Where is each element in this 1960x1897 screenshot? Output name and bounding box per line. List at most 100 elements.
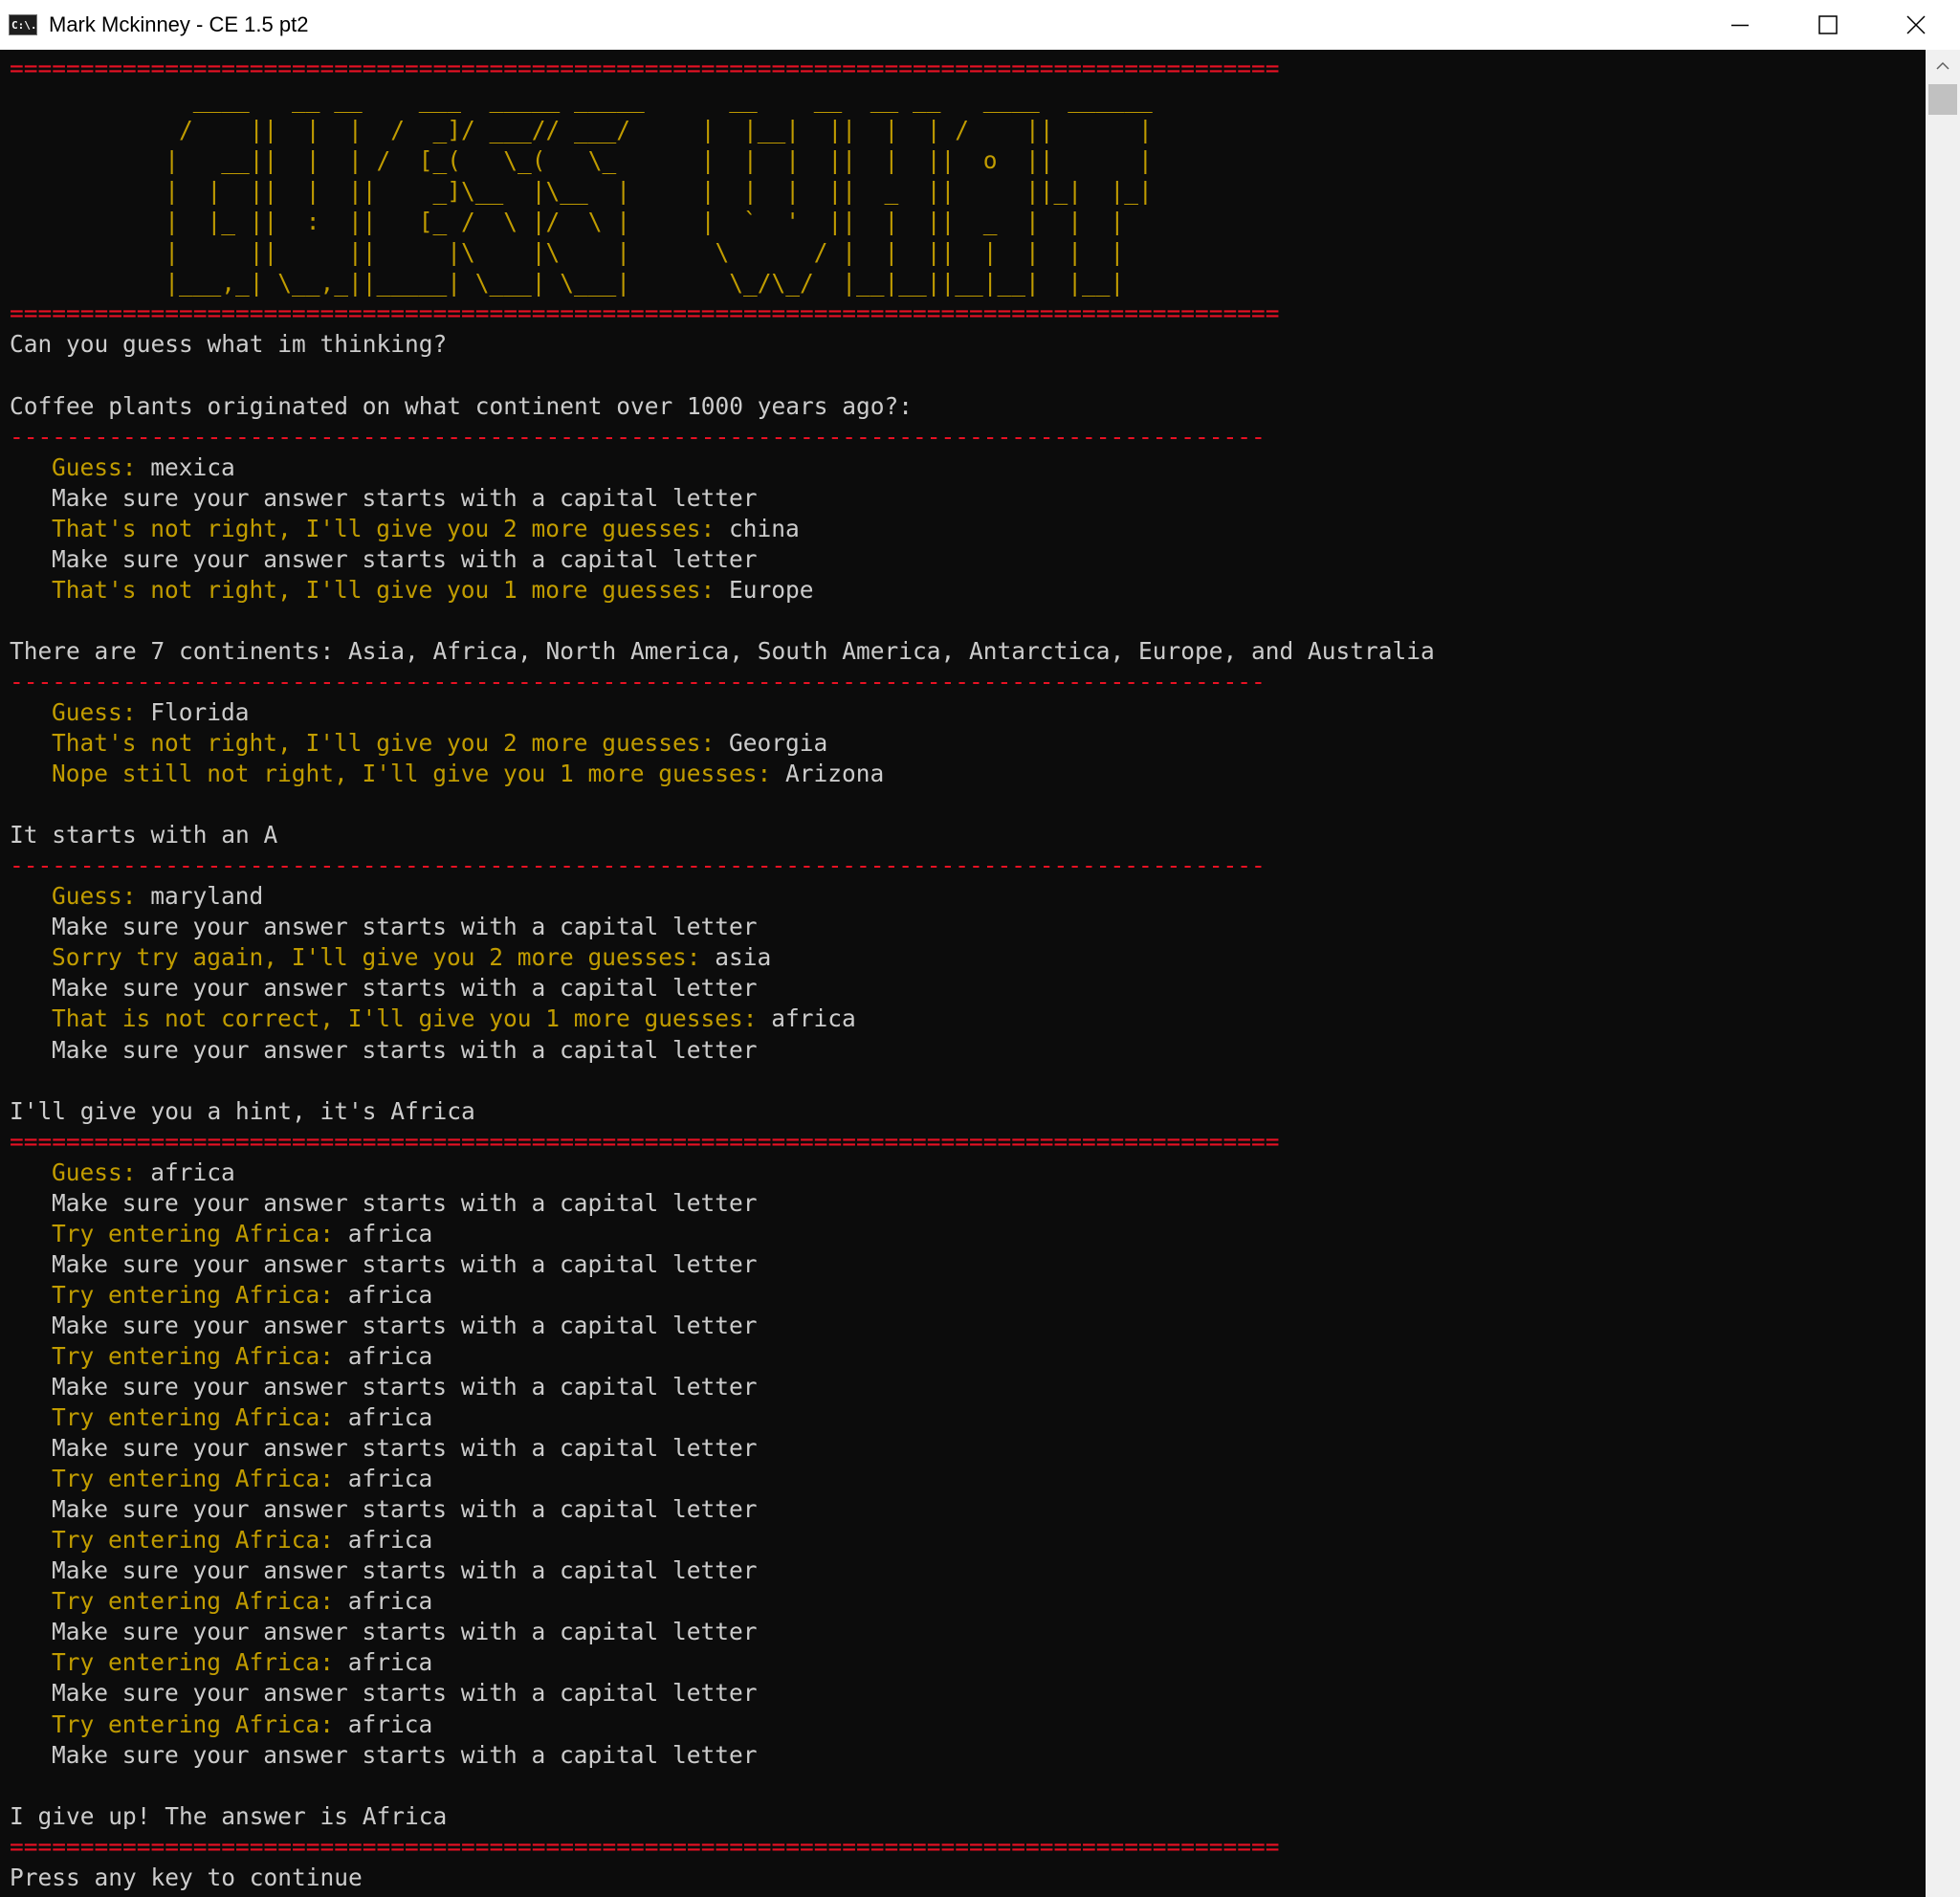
console-app-icon[interactable]: C:\.	[9, 14, 37, 35]
divider-rule: ----------------------------------------…	[10, 422, 1266, 451]
prompt-text: That is not correct, I'll give you 1 mor…	[52, 1004, 772, 1033]
minimize-button[interactable]	[1696, 0, 1784, 50]
user-answer: Arizona	[785, 760, 885, 788]
prompt-text: Nope still not right, I'll give you 1 mo…	[52, 760, 786, 788]
window-controls	[1696, 0, 1960, 50]
prompt-text: Try entering Africa:	[52, 1219, 348, 1247]
user-answer: africa	[347, 1526, 433, 1555]
prompt-text: Try entering Africa:	[52, 1648, 348, 1677]
divider-rule: ========================================…	[10, 1127, 1280, 1156]
user-answer: africa	[347, 1341, 433, 1370]
prompt-line: Nope still not right, I'll give you 1 mo…	[10, 759, 1435, 789]
user-answer: africa	[771, 1004, 856, 1033]
capital-letter-warning: Make sure your answer starts with a capi…	[52, 544, 758, 573]
capital-letter-warning: Make sure your answer starts with a capi…	[52, 1618, 758, 1646]
user-answer: africa	[347, 1587, 433, 1616]
console-lines: ========================================…	[10, 54, 1435, 1893]
prompt-line: That's not right, I'll give you 1 more g…	[10, 575, 1435, 606]
prompt-line: Try entering Africa: africa	[10, 1710, 1435, 1740]
capital-letter-warning: Make sure your answer starts with a capi…	[52, 1740, 758, 1769]
user-answer: africa	[347, 1465, 433, 1493]
prompt-text: Guess:	[52, 1158, 151, 1186]
user-answer: Georgia	[729, 729, 828, 758]
prompt-line: Guess: africa	[10, 1158, 1435, 1188]
banner-ascii-art-line: ____ __ __ ___ _____ _____ __ __ __ __ _…	[10, 85, 1153, 114]
capital-letter-warning: Make sure your answer starts with a capi…	[52, 1035, 758, 1064]
vertical-scrollbar[interactable]	[1926, 50, 1960, 1897]
prompt-text: Try entering Africa:	[52, 1341, 348, 1370]
banner-ascii-art-line: | |_ || : || [_ / \ |/ \ | | ` ' || | ||…	[10, 208, 1125, 236]
user-answer: africa	[347, 1219, 433, 1247]
prompt-text: That's not right, I'll give you 2 more g…	[52, 729, 730, 758]
console-output[interactable]: ========================================…	[0, 50, 1926, 1897]
divider-rule: ========================================…	[10, 1832, 1280, 1861]
capital-letter-warning: Make sure your answer starts with a capi…	[52, 1495, 758, 1524]
title-bar[interactable]: C:\. Mark Mckinney - CE 1.5 pt2	[0, 0, 1960, 50]
banner-ascii-art-line: | | || | || _]\__ |\__ | | | | || _ || |…	[10, 177, 1153, 206]
prompt-line: Try entering Africa: africa	[10, 1280, 1435, 1311]
intro-text: Can you guess what im thinking?	[10, 330, 448, 359]
giveup-text: I give up! The answer is Africa	[10, 1801, 448, 1830]
user-answer: china	[729, 514, 800, 542]
banner-top-rule: ========================================…	[10, 55, 1280, 82]
close-icon	[1906, 15, 1926, 34]
capital-letter-warning: Make sure your answer starts with a capi…	[52, 1249, 758, 1278]
continue-prompt: Press any key to continue	[10, 1863, 363, 1891]
capital-letter-warning: Make sure your answer starts with a capi…	[52, 1188, 758, 1217]
user-answer: africa	[347, 1648, 433, 1677]
prompt-line: Sorry try again, I'll give you 2 more gu…	[10, 942, 1435, 973]
user-answer: Florida	[150, 697, 250, 726]
banner-ascii-art-line: |___,_| \__,_||_____| \___| \___| \_/\_/…	[10, 269, 1125, 298]
hint-text: It starts with an A	[10, 821, 278, 849]
prompt-line: That's not right, I'll give you 2 more g…	[10, 728, 1435, 759]
capital-letter-warning: Make sure your answer starts with a capi…	[52, 1679, 758, 1708]
user-answer: mexica	[150, 452, 235, 481]
banner-ascii-art-line: | || || |\ |\ | \ / | | || | | | |	[10, 238, 1125, 267]
capital-letter-warning: Make sure your answer starts with a capi…	[52, 1434, 758, 1463]
prompt-text: Guess:	[52, 452, 151, 481]
prompt-line: That is not correct, I'll give you 1 mor…	[10, 1004, 1435, 1034]
prompt-line: Try entering Africa: africa	[10, 1464, 1435, 1494]
capital-letter-warning: Make sure your answer starts with a capi…	[52, 974, 758, 1003]
user-answer: maryland	[150, 882, 264, 911]
console-window: C:\. Mark Mckinney - CE 1.5 pt2 ========…	[0, 0, 1960, 1897]
prompt-text: Try entering Africa:	[52, 1587, 348, 1616]
prompt-line: Try entering Africa: africa	[10, 1402, 1435, 1433]
capital-letter-warning: Make sure your answer starts with a capi…	[52, 1311, 758, 1339]
scroll-up-button[interactable]	[1926, 50, 1960, 82]
prompt-text: Try entering Africa:	[52, 1403, 348, 1432]
prompt-line: Try entering Africa: africa	[10, 1647, 1435, 1678]
banner-ascii-art-line: | __|| | | / [_( \_( \_ | | | || | || o …	[10, 146, 1153, 175]
prompt-text: Try entering Africa:	[52, 1710, 348, 1738]
prompt-text: Try entering Africa:	[52, 1526, 348, 1555]
maximize-icon	[1818, 15, 1838, 34]
divider-rule: ----------------------------------------…	[10, 667, 1266, 695]
hint-text: There are 7 continents: Asia, Africa, No…	[10, 636, 1435, 665]
prompt-line: Try entering Africa: africa	[10, 1341, 1435, 1372]
maximize-button[interactable]	[1784, 0, 1872, 50]
user-answer: africa	[150, 1158, 235, 1186]
question-text: Coffee plants originated on what contine…	[10, 391, 914, 420]
capital-letter-warning: Make sure your answer starts with a capi…	[52, 913, 758, 941]
window-title: Mark Mckinney - CE 1.5 pt2	[49, 12, 309, 36]
user-answer: africa	[347, 1280, 433, 1309]
prompt-text: That's not right, I'll give you 1 more g…	[52, 575, 730, 604]
scroll-thumb[interactable]	[1928, 84, 1957, 115]
capital-letter-warning: Make sure your answer starts with a capi…	[52, 1556, 758, 1585]
user-answer: africa	[347, 1403, 433, 1432]
user-answer: asia	[715, 943, 772, 972]
prompt-text: Guess:	[52, 882, 151, 911]
close-button[interactable]	[1872, 0, 1960, 50]
banner-bottom-rule: ========================================…	[10, 299, 1280, 328]
prompt-text: Try entering Africa:	[52, 1280, 348, 1309]
prompt-line: Guess: maryland	[10, 881, 1435, 912]
divider-rule: ----------------------------------------…	[10, 851, 1266, 880]
capital-letter-warning: Make sure your answer starts with a capi…	[52, 1373, 758, 1401]
hint-text: I'll give you a hint, it's Africa	[10, 1096, 475, 1125]
minimize-icon	[1731, 24, 1749, 27]
capital-letter-warning: Make sure your answer starts with a capi…	[52, 483, 758, 512]
